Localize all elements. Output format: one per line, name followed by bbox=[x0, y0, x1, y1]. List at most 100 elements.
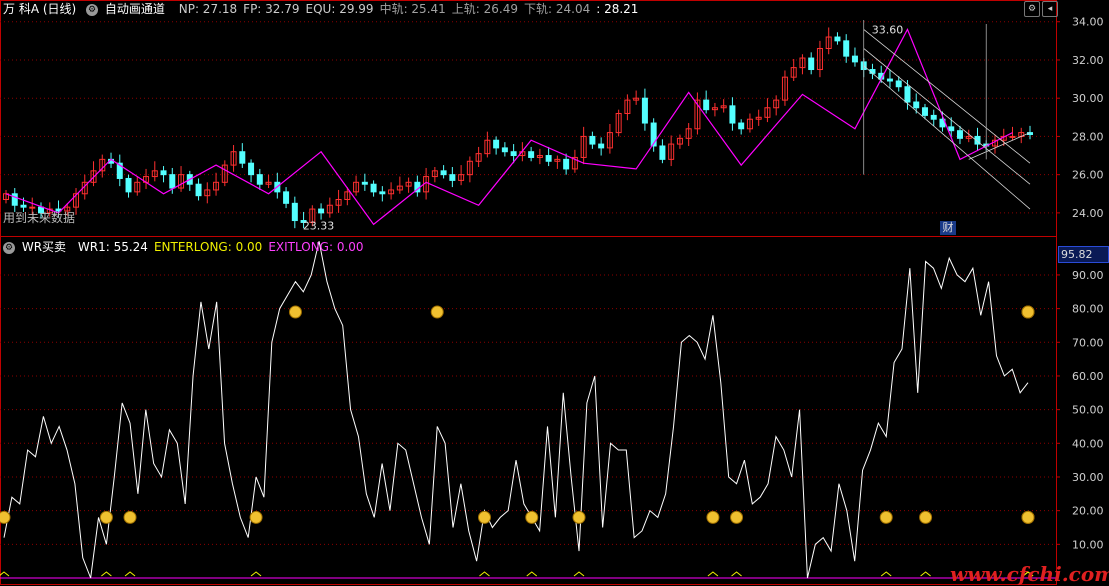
price-extreme-label: 33.60 bbox=[872, 23, 904, 36]
wr-tick-label: 70.00 bbox=[1072, 336, 1104, 349]
candle-down bbox=[921, 107, 928, 116]
candle-down bbox=[256, 174, 263, 185]
candle-down bbox=[545, 155, 552, 162]
wr-tick-label: 90.00 bbox=[1072, 269, 1104, 282]
enterlong-marker bbox=[477, 510, 491, 524]
candle-down bbox=[361, 181, 368, 185]
candle-down bbox=[195, 183, 202, 197]
top-field-0: NP: 27.18 bbox=[178, 2, 238, 16]
price-tick-label: 34.00 bbox=[1072, 16, 1104, 29]
bottom-indicator-values: WR1: 55.24 ENTERLONG: 0.00 EXITLONG: 0.00 bbox=[78, 240, 370, 254]
wr-tick-label: 30.00 bbox=[1072, 471, 1104, 484]
price-extreme-label: 23.33 bbox=[303, 220, 335, 233]
gear-icon[interactable]: ⚙ bbox=[3, 241, 15, 254]
price-tick-label: 32.00 bbox=[1072, 54, 1104, 67]
top-indicator-values: NP: 27.18 FP: 32.79 EQU: 29.99 中轨: 25.41 上轨:… bbox=[179, 2, 645, 16]
candle-down bbox=[886, 78, 893, 82]
candle-up bbox=[1009, 135, 1016, 138]
candle-down bbox=[703, 99, 710, 111]
candle-down bbox=[598, 143, 605, 149]
collapse-icon[interactable]: ◂ bbox=[1042, 1, 1058, 17]
price-tick-label: 24.00 bbox=[1072, 207, 1104, 220]
candle-down bbox=[851, 55, 858, 63]
channel-line bbox=[863, 65, 1031, 210]
candle-down bbox=[808, 57, 815, 71]
enterlong-tick bbox=[573, 571, 585, 577]
enterlong-tick bbox=[250, 571, 262, 577]
enterlong-marker bbox=[249, 510, 263, 524]
enterlong-marker bbox=[525, 510, 539, 524]
top-field-4: 上轨: 26.49 bbox=[451, 2, 518, 16]
chart-canvas: 24.00 26.00 28.00 30.00 32.00 34.00 10.00 20.00… bbox=[0, 0, 1104, 585]
candle-down bbox=[913, 101, 920, 109]
candle-down bbox=[834, 36, 841, 42]
top-header: 万 科A (日线) ⚙ 自动画通道 NP: 27.18 FP: 32.79 EQU:… bbox=[3, 0, 644, 18]
candle-down bbox=[318, 208, 325, 214]
enterlong-tick bbox=[0, 571, 10, 577]
bottom-field-2: EXITLONG: 0.00 bbox=[268, 240, 364, 254]
enterlong-marker bbox=[1021, 510, 1035, 524]
candle-down bbox=[641, 97, 648, 124]
candle-down bbox=[528, 151, 535, 158]
candle-down bbox=[11, 193, 18, 206]
price-tick-label: 28.00 bbox=[1072, 130, 1104, 143]
candle-up bbox=[29, 206, 36, 209]
current-value-box: 95.82 bbox=[1058, 246, 1109, 263]
top-field-6: : 28.21 bbox=[596, 2, 639, 16]
enterlong-marker bbox=[706, 510, 720, 524]
candle-down bbox=[659, 145, 666, 160]
enterlong-marker bbox=[572, 510, 586, 524]
stock-name[interactable]: 万 科A bbox=[3, 2, 39, 16]
period-label[interactable]: (日线) bbox=[43, 2, 76, 16]
candle-down bbox=[563, 158, 570, 170]
exitlong-marker bbox=[1021, 305, 1035, 319]
enterlong-marker bbox=[879, 510, 893, 524]
gear-icon[interactable]: ⚙ bbox=[86, 3, 99, 16]
wr-tick-label: 40.00 bbox=[1072, 437, 1104, 450]
finance-badge[interactable]: 财 bbox=[940, 221, 956, 235]
candle-down bbox=[738, 122, 745, 130]
enterlong-tick bbox=[101, 571, 112, 577]
candle-down bbox=[248, 162, 255, 176]
candle-down bbox=[843, 40, 850, 57]
candle-down bbox=[283, 191, 290, 204]
candle-down bbox=[160, 170, 167, 176]
bottom-field-0: WR1: 55.24 bbox=[77, 240, 148, 254]
enterlong-marker bbox=[919, 510, 933, 524]
channel-line bbox=[863, 48, 1031, 185]
panel-border bbox=[0, 0, 1057, 585]
candle-down bbox=[589, 135, 596, 145]
enterlong-tick bbox=[920, 571, 931, 577]
candle-down bbox=[239, 151, 246, 164]
top-field-2: EQU: 29.99 bbox=[305, 2, 374, 16]
enterlong-tick bbox=[479, 571, 490, 577]
candle-down bbox=[291, 202, 298, 222]
price-tick-label: 30.00 bbox=[1072, 92, 1104, 105]
indicator-name[interactable]: 自动画通道 bbox=[105, 2, 165, 16]
candle-down bbox=[904, 86, 911, 103]
exitlong-marker bbox=[430, 305, 444, 319]
candle-down bbox=[729, 105, 736, 124]
wr-indicator-name[interactable]: WR买卖 bbox=[22, 240, 66, 254]
bottom-field-1: ENTERLONG: 0.00 bbox=[153, 240, 263, 254]
candle-down bbox=[440, 170, 447, 176]
top-field-3: 中轨: 25.41 bbox=[379, 2, 446, 16]
wr-tick-label: 60.00 bbox=[1072, 370, 1104, 383]
gear-icon[interactable]: ⚙ bbox=[1024, 1, 1040, 17]
enterlong-marker bbox=[0, 510, 11, 524]
candle-down bbox=[125, 177, 132, 193]
candle-down bbox=[379, 191, 386, 195]
enterlong-marker bbox=[123, 510, 137, 524]
price-tick-label: 26.00 bbox=[1072, 169, 1104, 182]
candle-down bbox=[956, 130, 963, 139]
wr-tick-label: 50.00 bbox=[1072, 404, 1104, 417]
zigzag-line bbox=[5, 27, 1013, 226]
watermark: www.cfchi.com bbox=[950, 562, 1109, 586]
wr-tick-label: 20.00 bbox=[1072, 505, 1104, 518]
candle-down bbox=[895, 80, 902, 88]
enterlong-tick bbox=[526, 571, 538, 577]
top-field-5: 下轨: 24.04 bbox=[524, 2, 591, 16]
candle-down bbox=[493, 139, 500, 149]
wr-tick-label: 10.00 bbox=[1072, 538, 1104, 551]
enterlong-marker bbox=[99, 510, 113, 524]
